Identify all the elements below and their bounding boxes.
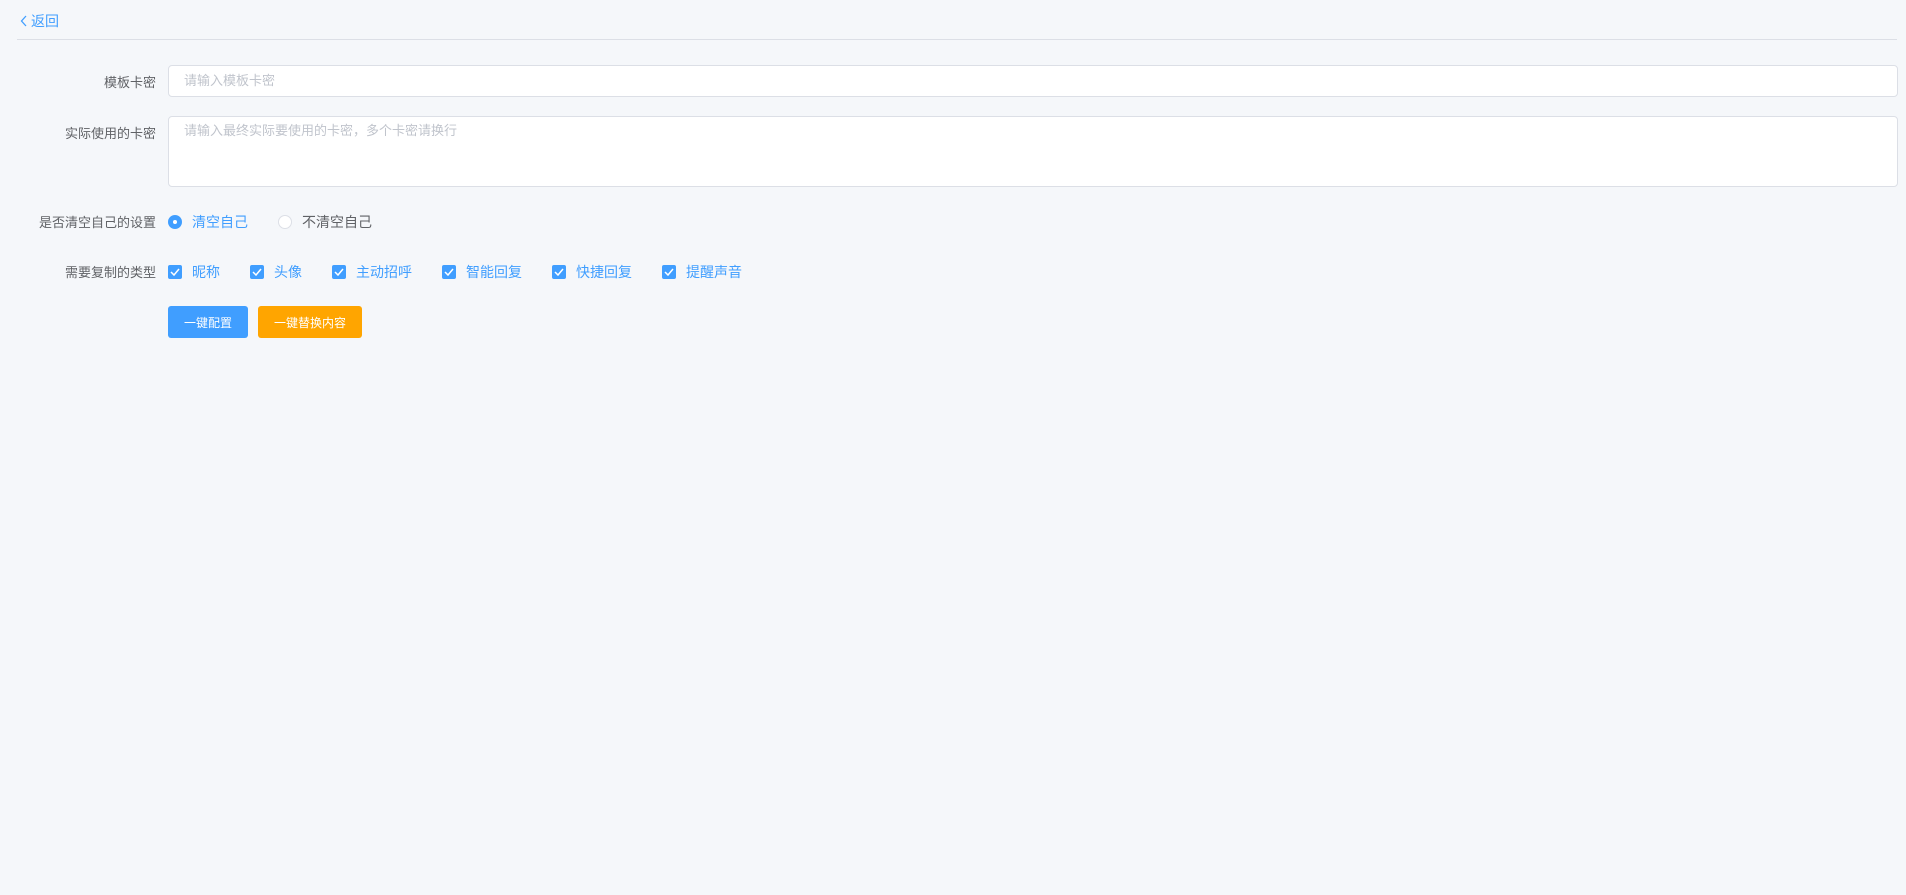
actual-cards-textarea[interactable]	[168, 116, 1898, 187]
action-buttons: 一键配置 一键替换内容	[168, 306, 362, 338]
form-row-copy-types: 需要复制的类型 昵称 头像 主动招呼 智能回复 快捷回复 提醒声音	[0, 261, 1906, 281]
checkbox-checked-icon[interactable]	[250, 265, 264, 279]
radio-no-clear-self[interactable]: 不清空自己	[278, 212, 372, 232]
checkbox-alert-sound[interactable]: 提醒声音	[662, 262, 742, 282]
clear-self-label: 是否清空自己的设置	[38, 216, 156, 231]
checkbox-checked-icon[interactable]	[168, 265, 182, 279]
form-row-clear-self: 是否清空自己的设置 清空自己 不清空自己	[0, 211, 1906, 231]
checkbox-label: 智能回复	[466, 265, 522, 281]
checkbox-quick-reply[interactable]: 快捷回复	[552, 262, 632, 282]
checkbox-label: 快捷回复	[576, 265, 632, 281]
template-card-input[interactable]	[168, 65, 1898, 97]
checkbox-greeting[interactable]: 主动招呼	[332, 262, 412, 282]
top-bar: 返回	[17, 0, 1897, 40]
radio-label: 不清空自己	[302, 215, 372, 231]
copy-types-label: 需要复制的类型	[64, 266, 156, 281]
copy-types-checkbox-group: 昵称 头像 主动招呼 智能回复 快捷回复 提醒声音	[168, 262, 772, 282]
back-label: 返回	[31, 14, 59, 30]
radio-clear-self[interactable]: 清空自己	[168, 212, 248, 232]
checkbox-checked-icon[interactable]	[442, 265, 456, 279]
back-link[interactable]: 返回	[20, 11, 59, 31]
clear-self-radio-group: 清空自己 不清空自己	[168, 212, 402, 232]
actual-cards-label: 实际使用的卡密	[64, 127, 156, 142]
checkbox-nickname[interactable]: 昵称	[168, 262, 220, 282]
checkbox-label: 昵称	[192, 265, 220, 281]
chevron-left-icon	[20, 15, 28, 27]
configure-button[interactable]: 一键配置	[168, 306, 248, 338]
radio-circle-checked[interactable]	[168, 215, 182, 229]
checkbox-label: 提醒声音	[686, 265, 742, 281]
radio-label: 清空自己	[192, 215, 248, 231]
radio-circle-unchecked[interactable]	[278, 215, 292, 229]
checkbox-label: 头像	[274, 265, 302, 281]
checkbox-checked-icon[interactable]	[662, 265, 676, 279]
checkbox-smart-reply[interactable]: 智能回复	[442, 262, 522, 282]
form-row-template-card: 模板卡密	[0, 65, 1906, 97]
replace-content-button[interactable]: 一键替换内容	[258, 306, 362, 338]
checkbox-checked-icon[interactable]	[332, 265, 346, 279]
checkbox-avatar[interactable]: 头像	[250, 262, 302, 282]
form-row-actual-cards: 实际使用的卡密	[0, 116, 1906, 187]
checkbox-checked-icon[interactable]	[552, 265, 566, 279]
page: 返回 模板卡密 实际使用的卡密 是否清空自己的设置 清空自己 不清空自己 需要复…	[0, 0, 1906, 895]
template-card-label: 模板卡密	[103, 76, 156, 91]
checkbox-label: 主动招呼	[356, 265, 412, 281]
